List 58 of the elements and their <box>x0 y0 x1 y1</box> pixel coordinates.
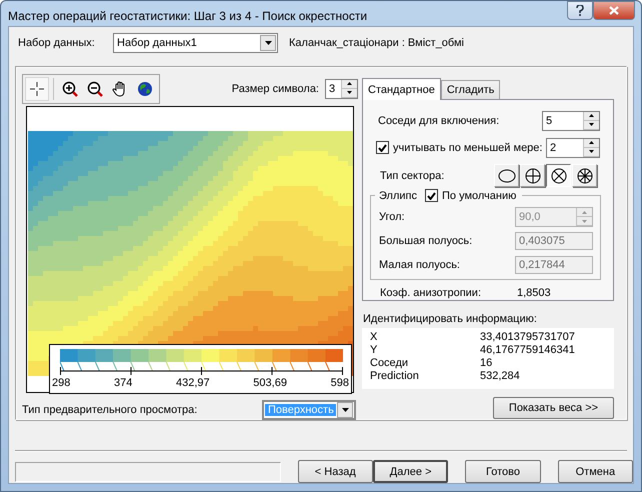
checkbox[interactable] <box>424 189 438 202</box>
close-icon <box>609 6 619 15</box>
zoom-out-icon <box>87 80 103 97</box>
dataset-source-label: Каланчак_стаціонари : Вміст_обмі <box>289 37 464 49</box>
field-label: Соседи для включения: <box>378 114 500 126</box>
info-name: Соседи <box>370 357 410 370</box>
legend-label: 598 <box>330 376 349 389</box>
show-weights-button[interactable]: Показать веса >> <box>493 396 614 420</box>
dropdown-arrow-icon <box>264 41 272 45</box>
dropdown-arrow-icon <box>342 408 348 412</box>
close-button[interactable] <box>593 1 635 20</box>
neighbors-spinner[interactable]: 5 <box>542 110 600 130</box>
tab[interactable]: Сгладить <box>440 80 500 99</box>
field-label: Размер символа: <box>232 82 319 95</box>
circle-plus-icon <box>524 168 542 184</box>
field-label: Набор данных: <box>18 37 96 49</box>
checkbox[interactable] <box>376 141 389 154</box>
help-button[interactable] <box>567 1 593 20</box>
dialog-button[interactable]: Отмена <box>558 460 634 483</box>
legend-label: 432,97 <box>176 376 210 389</box>
field-label: Малая полуось: <box>379 259 460 271</box>
minimum-neighbors-spinner[interactable]: 2 <box>546 138 600 158</box>
anisotropy-value: 1,8503 <box>517 287 551 299</box>
circle-star-icon <box>576 168 594 184</box>
globe-icon <box>137 80 153 97</box>
circle-cross-icon <box>550 168 568 184</box>
dialog-button[interactable]: Далее > <box>372 460 448 483</box>
field-label: Тип предварительного просмотра: <box>22 404 198 416</box>
legend-label: 298 <box>52 376 70 389</box>
tool-button[interactable] <box>25 76 49 101</box>
symbol-size-spinner[interactable]: 3 <box>325 78 358 99</box>
dataset-dropdown[interactable]: Набор данных1 <box>113 33 278 53</box>
info-value: 16 <box>480 357 492 370</box>
field-label: Большая полуось: <box>379 235 472 247</box>
help-icon <box>576 5 584 16</box>
sector-type-button[interactable] <box>546 164 571 187</box>
tab[interactable]: Стандартное <box>362 78 441 100</box>
info-value: 46,1767759146341 <box>480 344 575 358</box>
crosshair-icon <box>29 80 45 97</box>
field-label: Коэф. анизотропии: <box>380 287 482 299</box>
field-label: Тип сектора: <box>380 170 444 182</box>
dialog-button[interactable]: < Назад <box>298 460 373 483</box>
checkbox-label: По умолчанию <box>442 190 516 202</box>
group-title: Эллипс <box>378 190 418 202</box>
checkbox-label: учитывать по меньшей мере: <box>393 142 542 154</box>
info-name: Y <box>370 344 378 358</box>
info-name: Prediction <box>370 370 420 384</box>
section-label: Идентифицировать информацию: <box>363 313 538 326</box>
info-value: 33,4013795731707 <box>480 331 575 344</box>
info-value: 532,284 <box>480 370 520 384</box>
field-label: Угол: <box>379 211 405 223</box>
legend-label: 374 <box>114 376 132 389</box>
info-name: X <box>370 331 378 344</box>
ellipse-icon <box>498 168 516 184</box>
window-title: Мастер операций геостатистики: Шаг 3 из 4 - Поиск окрестности <box>8 9 368 23</box>
dialog-button[interactable]: Готово <box>465 460 541 483</box>
legend-label: 503,69 <box>253 376 287 389</box>
zoom-in-icon <box>62 80 78 97</box>
